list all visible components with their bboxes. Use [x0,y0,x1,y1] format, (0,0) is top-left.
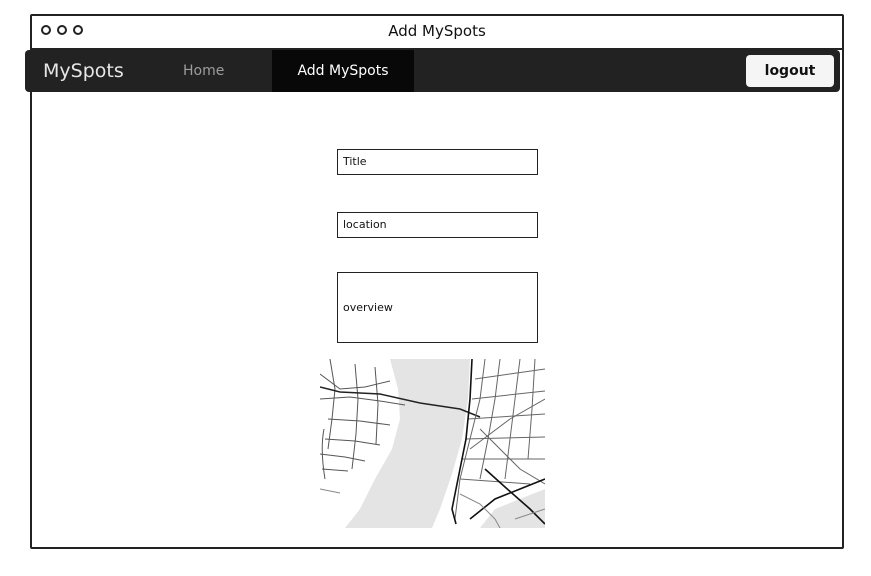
logout-button[interactable]: logout [746,55,834,87]
location-map[interactable] [320,359,545,528]
location-input[interactable]: location [337,212,538,238]
map-icon [320,359,545,528]
nav-item-home[interactable]: Home [183,50,224,92]
window-titlebar: Add MySpots [32,16,842,50]
title-input[interactable]: Title [337,149,538,175]
overview-textarea[interactable]: overview [337,272,538,343]
top-navbar: MySpots Home Add MySpots logout [25,50,840,92]
brand-logo[interactable]: MySpots [43,60,124,82]
window-title: Add MySpots [388,22,486,40]
nav-item-add-myspots[interactable]: Add MySpots [272,50,414,92]
